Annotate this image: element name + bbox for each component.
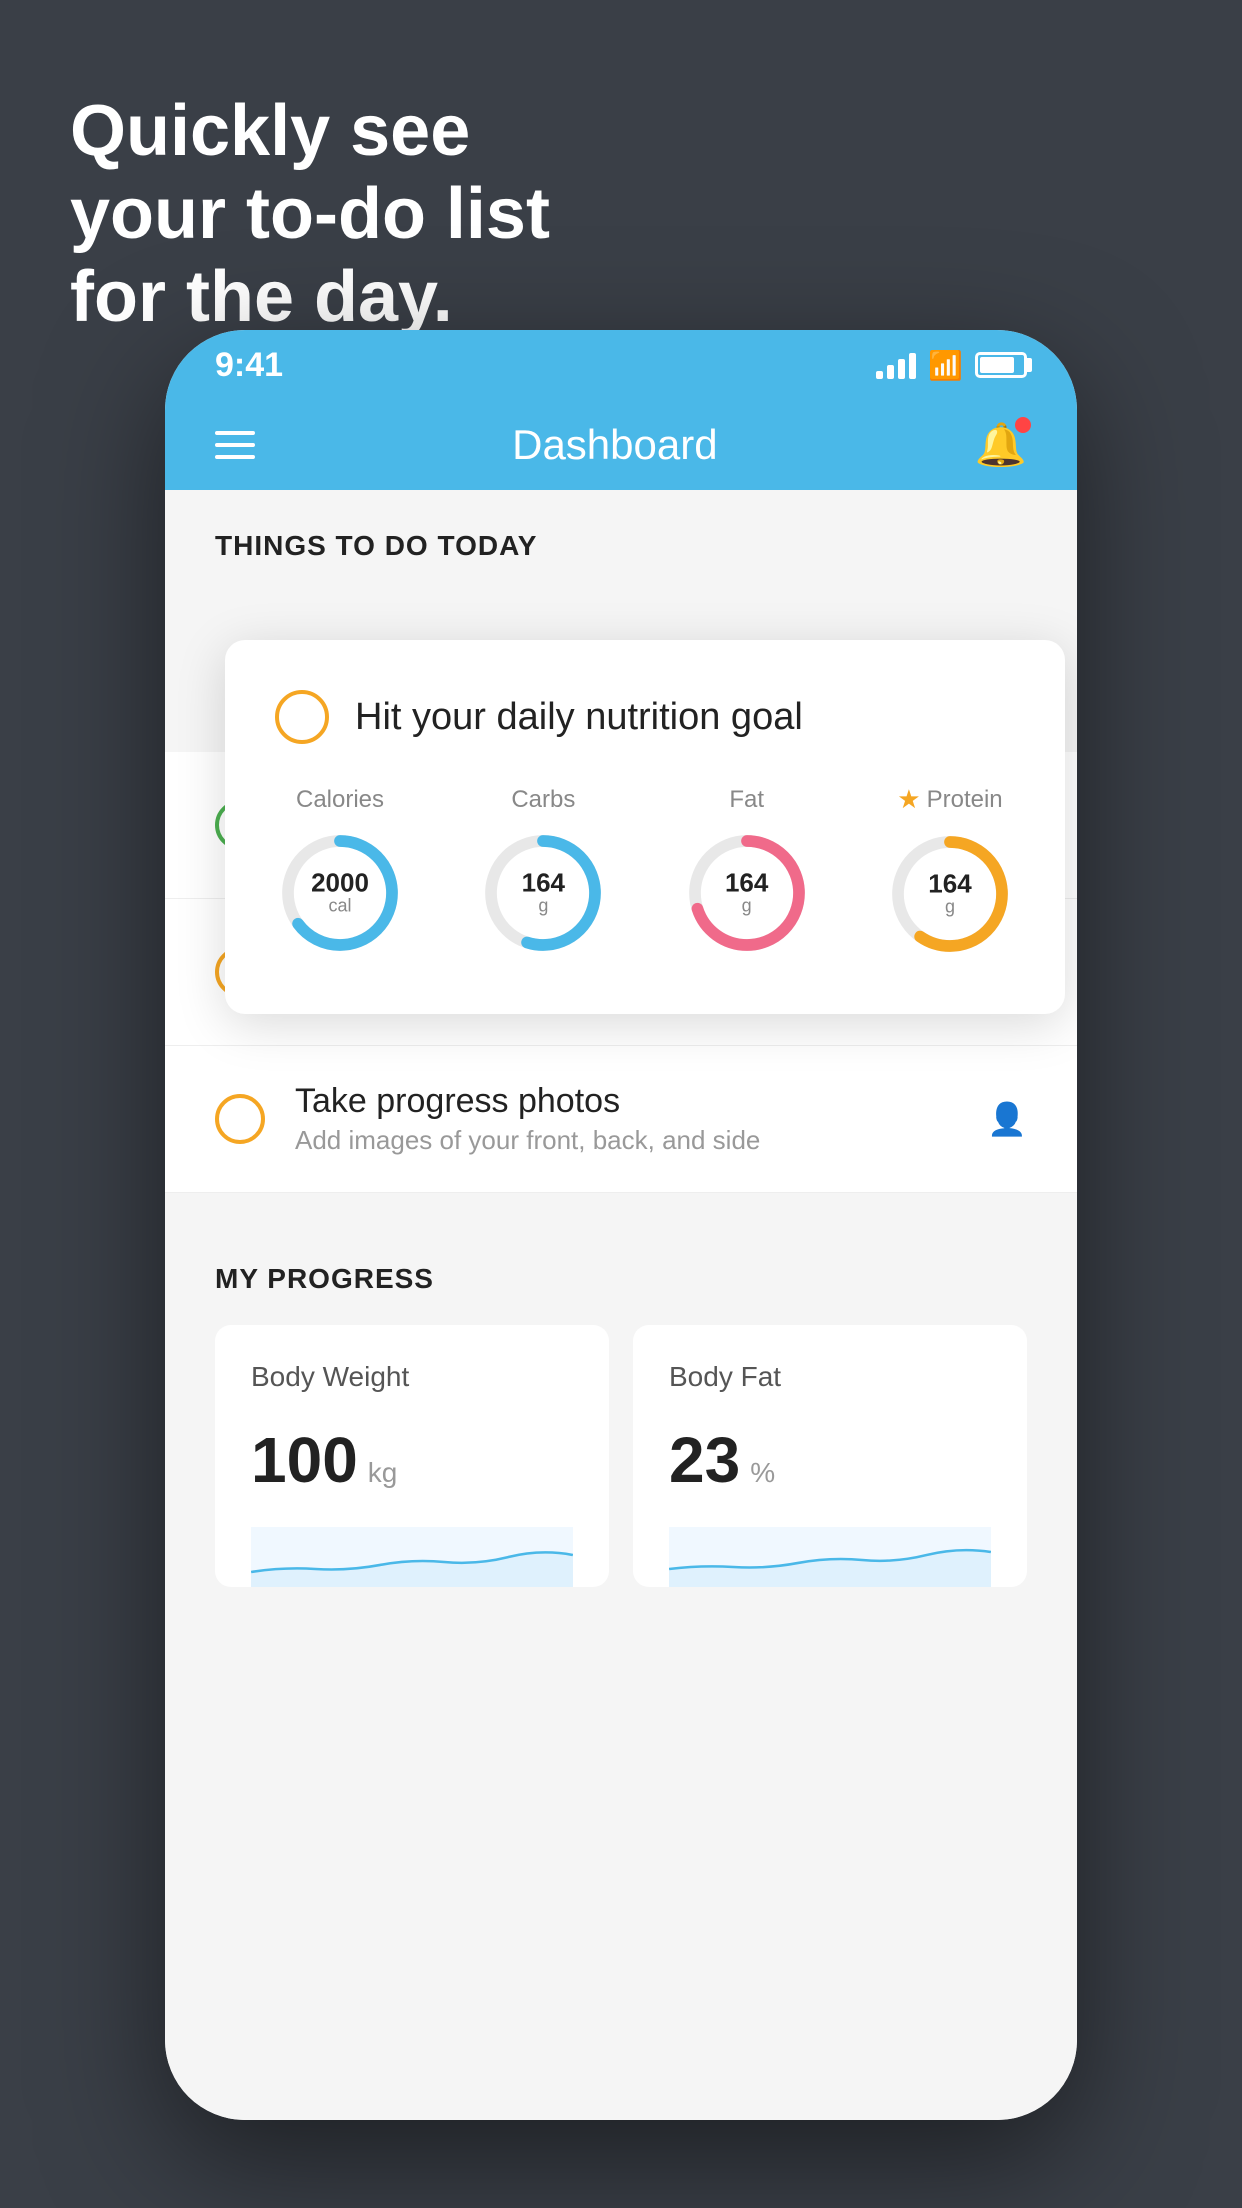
section-header: THINGS TO DO TODAY	[165, 490, 1077, 582]
nutrition-carbs: Carbs 164 g	[478, 786, 608, 958]
calories-label: Calories	[296, 786, 384, 814]
progress-card-fat[interactable]: Body Fat 23 %	[633, 1325, 1027, 1587]
nutrition-card: Hit your daily nutrition goal Calories 2…	[225, 640, 1065, 1014]
hamburger-menu-button[interactable]	[215, 431, 255, 459]
progress-section: MY PROGRESS Body Weight 100 kg	[165, 1213, 1077, 1617]
todo-subtitle-photos: Add images of your front, back, and side	[295, 1125, 957, 1156]
fat-chart	[669, 1527, 991, 1587]
todo-title-photos: Take progress photos	[295, 1082, 957, 1121]
progress-card-fat-value: 23	[669, 1423, 740, 1497]
calories-donut: 2000 cal	[275, 828, 405, 958]
todo-circle-photos	[215, 1094, 265, 1144]
protein-label: Protein	[927, 786, 1003, 814]
fat-donut: 164 g	[682, 828, 812, 958]
star-icon: ★	[897, 784, 920, 815]
status-bar: 9:41 📶	[165, 330, 1077, 400]
carbs-label: Carbs	[511, 786, 575, 814]
nutrition-calories: Calories 2000 cal	[275, 786, 405, 958]
todo-item-photos[interactable]: Take progress photos Add images of your …	[165, 1046, 1077, 1193]
battery-icon	[975, 352, 1027, 378]
nav-bar: Dashboard 🔔	[165, 400, 1077, 490]
progress-title: MY PROGRESS	[215, 1263, 1027, 1295]
photos-icon: 👤	[987, 1100, 1027, 1138]
status-time: 9:41	[215, 346, 283, 385]
weight-chart	[251, 1527, 573, 1587]
progress-card-weight-title: Body Weight	[251, 1361, 573, 1393]
nav-title: Dashboard	[512, 421, 717, 469]
progress-card-weight[interactable]: Body Weight 100 kg	[215, 1325, 609, 1587]
nutrition-goal-circle	[275, 690, 329, 744]
progress-card-fat-title: Body Fat	[669, 1361, 991, 1393]
nutrition-protein: ★ Protein 164 g	[885, 784, 1015, 959]
nutrition-goal-title: Hit your daily nutrition goal	[355, 696, 803, 739]
progress-card-fat-unit: %	[750, 1457, 775, 1489]
progress-card-weight-unit: kg	[368, 1457, 398, 1489]
fat-label: Fat	[729, 786, 764, 814]
hero-text: Quickly see your to-do list for the day.	[70, 90, 550, 338]
carbs-donut: 164 g	[478, 828, 608, 958]
phone-frame: 9:41 📶 Dashboard 🔔 THINGS TO	[165, 330, 1077, 2120]
protein-donut: 164 g	[885, 829, 1015, 959]
nutrition-fat: Fat 164 g	[682, 786, 812, 958]
signal-icon	[876, 351, 916, 379]
wifi-icon: 📶	[928, 349, 963, 382]
progress-card-weight-value: 100	[251, 1423, 358, 1497]
section-title: THINGS TO DO TODAY	[215, 530, 537, 561]
notifications-button[interactable]: 🔔	[975, 421, 1027, 470]
